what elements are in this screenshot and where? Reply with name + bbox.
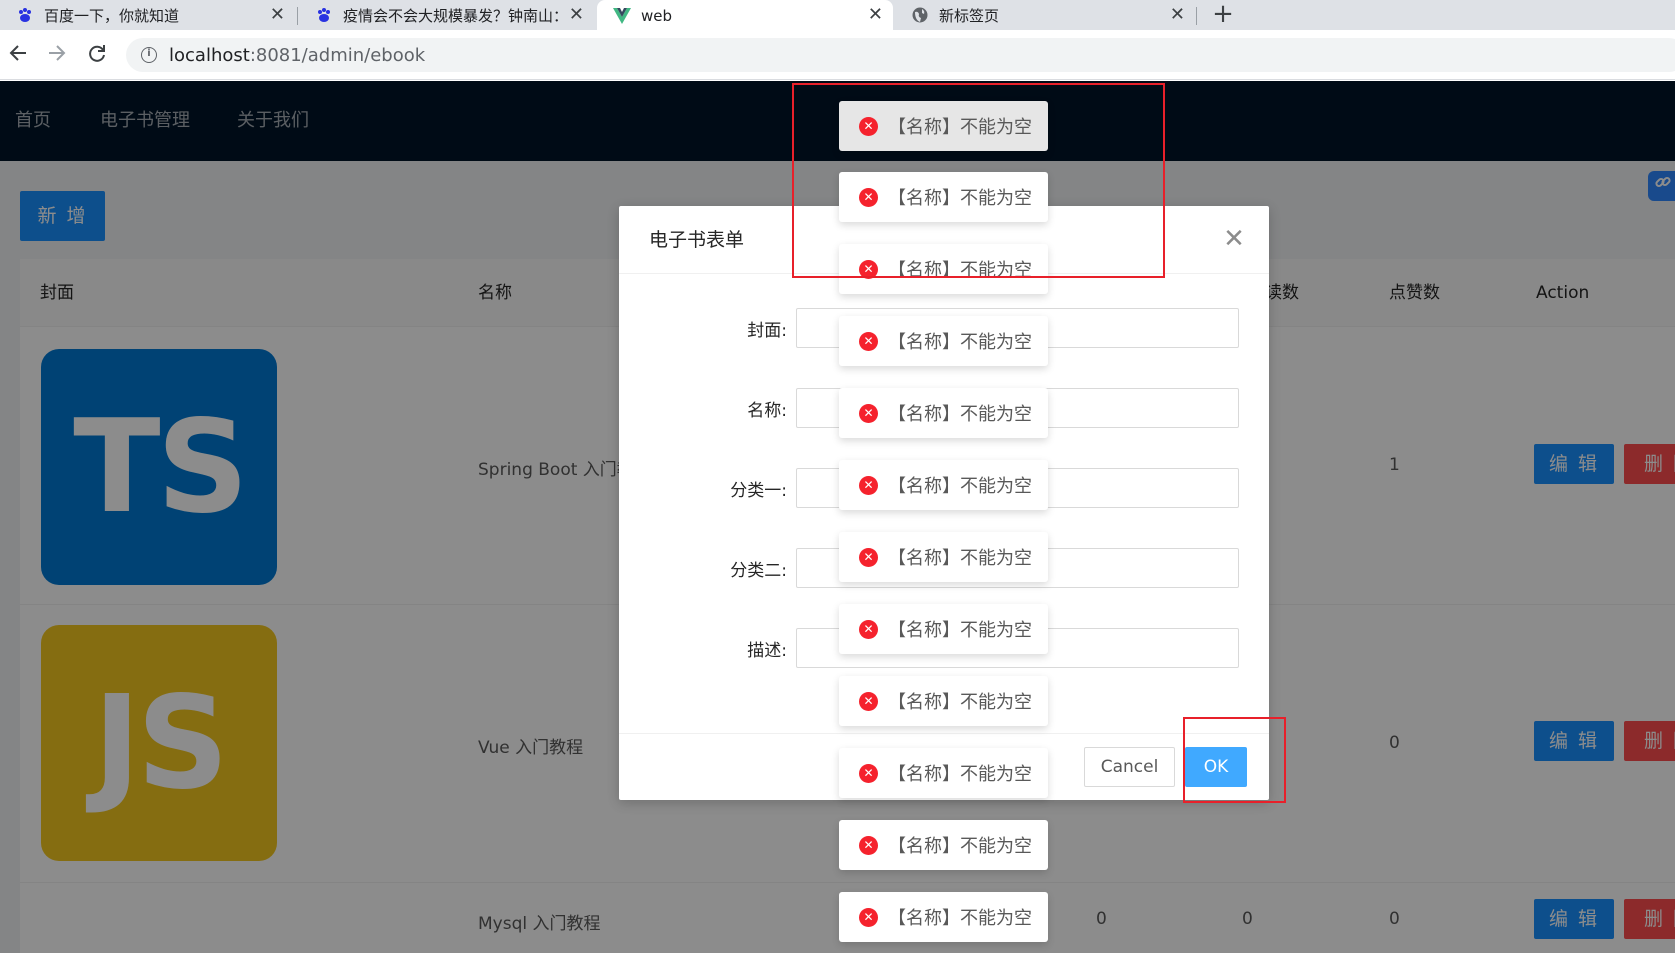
browser-tab-baidu[interactable]: 百度一下，你就知道 ✕ (0, 0, 295, 30)
tab-close-icon[interactable]: ✕ (1170, 4, 1185, 25)
tab-title: 疫情会不会大规模暴发？钟南山： (343, 6, 569, 25)
form-label-category2: 分类二: (730, 561, 787, 581)
error-circle-icon: ✕ (859, 331, 878, 351)
form-label-name: 名称: (747, 401, 787, 421)
error-message-toast: ✕ 【名称】不能为空 (839, 748, 1048, 798)
error-message-toast: ✕ 【名称】不能为空 (839, 892, 1048, 942)
tab-close-icon[interactable]: ✕ (868, 4, 883, 25)
tab-separator (297, 7, 298, 25)
error-message-toast: ✕ 【名称】不能为空 (839, 316, 1048, 366)
error-circle-icon: ✕ (859, 547, 878, 567)
form-label-category1: 分类一: (730, 481, 787, 501)
site-info-icon[interactable]: i (141, 47, 157, 63)
annotation-box-ok (1183, 717, 1286, 803)
tab-close-icon[interactable]: ✕ (270, 4, 285, 25)
error-circle-icon: ✕ (859, 907, 878, 927)
browser-tab-newtab[interactable]: 新标签页 ✕ (895, 0, 1195, 30)
error-message-toast: ✕ 【名称】不能为空 (839, 388, 1048, 438)
error-circle-icon: ✕ (859, 475, 878, 495)
error-message-text: 【名称】不能为空 (888, 476, 1032, 497)
error-message-toast: ✕ 【名称】不能为空 (839, 676, 1048, 726)
browser-tab-web[interactable]: web ✕ (597, 0, 893, 31)
url-host: localhost (169, 44, 250, 66)
error-message-toast: ✕ 【名称】不能为空 (839, 604, 1048, 654)
new-tab-button[interactable]: + (1208, 0, 1238, 30)
error-circle-icon: ✕ (859, 763, 878, 783)
error-circle-icon: ✕ (859, 403, 878, 423)
close-icon[interactable]: ✕ (1221, 226, 1247, 252)
tab-separator (1196, 7, 1197, 25)
baidu-paw-icon (16, 6, 34, 24)
error-circle-icon: ✕ (859, 691, 878, 711)
forward-arrow-icon[interactable] (45, 42, 69, 66)
tab-close-icon[interactable]: ✕ (569, 4, 584, 25)
error-message-text: 【名称】不能为空 (888, 908, 1032, 929)
form-label-description: 描述: (747, 641, 787, 661)
browser-tab-strip: 百度一下，你就知道 ✕ 疫情会不会大规模暴发？钟南山： ✕ web ✕ 新标签页… (0, 0, 1675, 31)
globe-icon (911, 6, 929, 24)
tab-title: 新标签页 (939, 6, 1000, 25)
modal-title: 电子书表单 (649, 229, 745, 251)
error-message-text: 【名称】不能为空 (888, 836, 1032, 857)
error-circle-icon: ✕ (859, 619, 878, 639)
error-message-text: 【名称】不能为空 (888, 692, 1032, 713)
baidu-paw-icon (315, 6, 333, 24)
error-message-text: 【名称】不能为空 (888, 764, 1032, 785)
tab-title: web (641, 6, 673, 25)
browser-tab-news[interactable]: 疫情会不会大规模暴发？钟南山： ✕ (299, 0, 594, 30)
error-message-toast: ✕ 【名称】不能为空 (839, 532, 1048, 582)
browser-toolbar: i localhost:8081/admin/ebook (0, 30, 1675, 80)
error-message-text: 【名称】不能为空 (888, 332, 1032, 353)
address-url: localhost:8081/admin/ebook (169, 45, 425, 66)
error-message-toast: ✕ 【名称】不能为空 (839, 460, 1048, 510)
vue-logo-icon (613, 7, 631, 25)
error-message-text: 【名称】不能为空 (888, 404, 1032, 425)
back-arrow-icon[interactable] (6, 42, 30, 66)
error-message-text: 【名称】不能为空 (888, 620, 1032, 641)
url-path: :8081/admin/ebook (249, 44, 426, 66)
error-message-text: 【名称】不能为空 (888, 548, 1032, 569)
error-message-toast: ✕ 【名称】不能为空 (839, 820, 1048, 870)
tab-title: 百度一下，你就知道 (44, 6, 180, 25)
cancel-button[interactable]: Cancel (1084, 747, 1175, 787)
address-bar[interactable]: i localhost:8081/admin/ebook (126, 38, 1675, 72)
error-circle-icon: ✕ (859, 835, 878, 855)
form-label-cover: 封面: (747, 321, 787, 341)
reload-icon[interactable] (85, 42, 109, 66)
annotation-box-messages (792, 83, 1165, 278)
